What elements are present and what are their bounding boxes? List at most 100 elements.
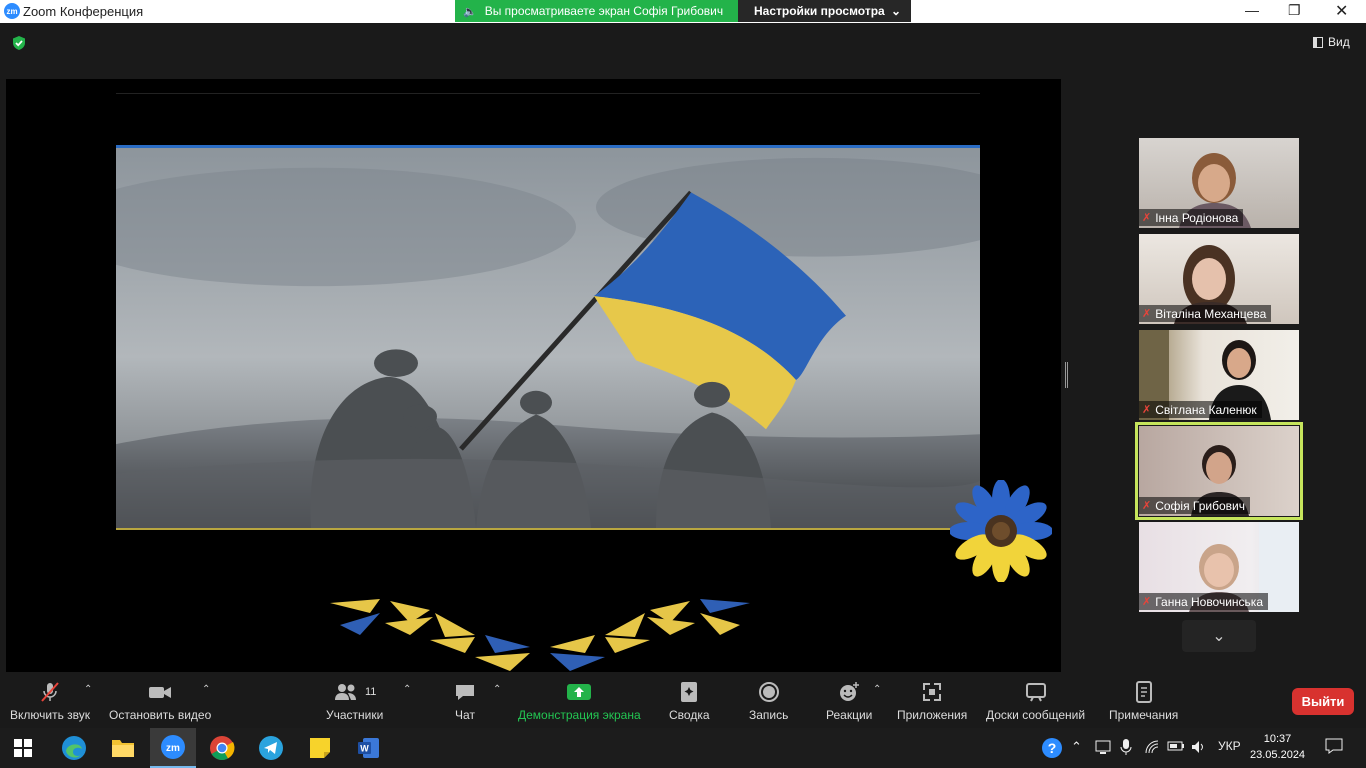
view-button[interactable]: Вид: [1313, 35, 1350, 49]
summary-button[interactable]: Сводка: [669, 680, 710, 722]
chrome-icon[interactable]: [199, 728, 245, 768]
notes-button[interactable]: Примечания: [1109, 680, 1178, 722]
notes-icon: [1133, 680, 1155, 704]
unmute-button[interactable]: Включить звук: [10, 680, 90, 722]
apps-grid-icon: [920, 680, 944, 704]
close-icon[interactable]: ✕: [1335, 1, 1348, 21]
word-icon[interactable]: W: [346, 728, 392, 768]
shield-check-icon[interactable]: [11, 35, 27, 51]
flag-raising-photo: [116, 145, 980, 530]
share-status-text: Вы просматриваете экран Софія Грибович: [484, 4, 724, 18]
volume-icon[interactable]: [1191, 739, 1207, 758]
reactions-options-caret[interactable]: ⌃: [873, 684, 881, 695]
chat-button[interactable]: Чат: [453, 680, 477, 722]
meeting-header: [0, 23, 1366, 65]
record-button[interactable]: Запись: [749, 680, 788, 722]
sunflower-icon: [950, 480, 1052, 582]
participant-name: Віталіна Механцева: [1155, 306, 1267, 321]
speaker-icon: 🔈: [463, 5, 477, 18]
panel-resize-handle[interactable]: [1065, 362, 1068, 388]
sticky-notes-icon[interactable]: [297, 728, 343, 768]
share-screen-button[interactable]: Демонстрация экрана: [518, 680, 641, 722]
microphone-icon[interactable]: [1120, 739, 1132, 758]
participant-name: Ганна Новочинська: [1155, 594, 1263, 609]
chat-bubble-icon: [453, 680, 477, 704]
whiteboards-label: Доски сообщений: [986, 708, 1086, 722]
video-camera-icon: [147, 680, 173, 704]
participant-name-label: ✗ Ганна Новочинська: [1139, 593, 1268, 610]
share-screen-icon: [566, 680, 592, 704]
telegram-icon[interactable]: [248, 728, 294, 768]
summary-label: Сводка: [669, 708, 710, 722]
mic-muted-icon: ✗: [1142, 212, 1152, 224]
participant-name-label: ✗ Віталіна Механцева: [1139, 305, 1272, 322]
participant-tile[interactable]: ✗ Віталіна Механцева: [1139, 234, 1299, 324]
svg-text:zm: zm: [166, 743, 180, 754]
meeting-toolbar: Включить звук ⌃ Остановить видео ⌃ 11 Уч…: [0, 672, 1366, 728]
apps-button[interactable]: Приложения: [897, 680, 967, 722]
record-label: Запись: [749, 708, 789, 722]
file-explorer-icon[interactable]: [100, 728, 146, 768]
participants-button[interactable]: 11 Участники: [326, 680, 383, 722]
help-icon[interactable]: ?: [1041, 737, 1063, 762]
participant-name: Світлана Каленюк: [1155, 402, 1257, 417]
window-title: Zoom Конференция: [23, 4, 144, 19]
screen-share-banner: 🔈 Вы просматриваете экран Софія Грибович…: [455, 0, 911, 22]
wreath-ornament: [330, 599, 750, 671]
view-settings-button[interactable]: Настройки просмотра ⌄: [738, 0, 911, 22]
participant-name: Софія Грибович: [1155, 498, 1246, 513]
reactions-label: Реакции: [826, 708, 873, 722]
chevron-down-icon: ⌄: [890, 4, 901, 18]
network-device-icon[interactable]: [1095, 739, 1111, 758]
stop-video-label: Остановить видео: [109, 708, 212, 722]
mic-muted-icon: ✗: [1142, 404, 1152, 416]
notifications-icon[interactable]: [1325, 737, 1343, 758]
edge-icon[interactable]: [51, 728, 97, 768]
summary-icon: [678, 680, 700, 704]
participant-tile[interactable]: ✗ Інна Родіонова: [1139, 138, 1299, 228]
view-label: Вид: [1328, 35, 1350, 49]
view-settings-label: Настройки просмотра: [754, 4, 885, 18]
svg-text:W: W: [360, 744, 369, 754]
language-indicator[interactable]: УКР: [1218, 739, 1241, 753]
participants-label: Участники: [326, 708, 384, 722]
video-options-caret[interactable]: ⌃: [202, 684, 210, 695]
scroll-down-button[interactable]: ⌄: [1182, 620, 1256, 652]
taskbar-clock[interactable]: 10:37 23.05.2024: [1250, 731, 1305, 763]
apps-label: Приложения: [897, 708, 968, 722]
zoom-logo-icon: zm: [4, 3, 20, 19]
chevron-up-icon[interactable]: ⌃: [1071, 739, 1082, 755]
stop-video-button[interactable]: Остановить видео: [109, 680, 211, 722]
start-icon[interactable]: [0, 728, 46, 768]
zoom-icon[interactable]: zm: [150, 728, 196, 768]
share-status: 🔈 Вы просматриваете экран Софія Грибович: [455, 0, 738, 22]
audio-options-caret[interactable]: ⌃: [84, 684, 92, 695]
chevron-down-icon: ⌄: [1212, 628, 1226, 645]
leave-button[interactable]: Выйти: [1292, 688, 1354, 715]
notes-label: Примечания: [1109, 708, 1179, 722]
mic-muted-icon: ✗: [1142, 308, 1152, 320]
participants-options-caret[interactable]: ⌃: [403, 684, 411, 695]
minimize-icon[interactable]: —: [1245, 2, 1259, 18]
windows-taskbar: zm W ? ⌃ УКР: [0, 728, 1366, 768]
maximize-icon[interactable]: ❐: [1288, 2, 1301, 19]
divider: [116, 93, 980, 94]
clock-date: 23.05.2024: [1250, 749, 1306, 761]
mic-muted-icon: [38, 680, 62, 704]
share-screen-label: Демонстрация экрана: [518, 708, 641, 722]
record-icon: [757, 680, 781, 704]
participant-tile[interactable]: ✗ Світлана Каленюк: [1139, 330, 1299, 420]
participant-tile[interactable]: ✗ Ганна Новочинська: [1139, 522, 1299, 612]
battery-icon[interactable]: [1167, 739, 1185, 756]
chat-options-caret[interactable]: ⌃: [493, 684, 501, 695]
emoji-smile-icon: [837, 680, 861, 704]
participant-tile-active-speaker[interactable]: ✗ Софія Грибович: [1135, 422, 1303, 520]
reactions-button[interactable]: Реакции: [826, 680, 872, 722]
wifi-icon[interactable]: [1144, 739, 1160, 758]
chat-label: Чат: [455, 708, 475, 722]
participant-name-label: ✗ Інна Родіонова: [1139, 209, 1244, 226]
whiteboards-button[interactable]: Доски сообщений: [986, 680, 1085, 722]
title-bar: zm Zoom Конференция 🔈 Вы просматриваете …: [0, 0, 1366, 23]
participant-name: Інна Родіонова: [1155, 210, 1239, 225]
participant-name-label: ✗ Світлана Каленюк: [1139, 401, 1262, 418]
